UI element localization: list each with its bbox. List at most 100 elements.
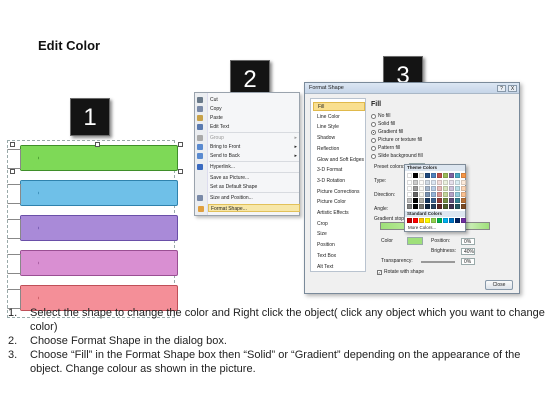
fill-option-picture-or-texture-fill[interactable]: Picture or texture fill xyxy=(371,137,461,144)
standard-color-swatch[interactable] xyxy=(449,218,454,223)
category-artistic-effects[interactable]: Artistic Effects xyxy=(313,209,365,218)
theme-color-swatch[interactable] xyxy=(461,186,466,191)
category-position[interactable]: Position xyxy=(313,241,365,250)
theme-color-swatch[interactable] xyxy=(431,180,436,185)
selection-handle[interactable] xyxy=(178,142,183,147)
theme-color-swatch[interactable] xyxy=(407,198,412,203)
menu-item-hyperlink[interactable]: Hyperlink... xyxy=(197,163,300,171)
menu-item-format-shape[interactable]: Format Shape... xyxy=(198,204,300,212)
help-button[interactable]: ? xyxy=(497,85,506,92)
theme-color-swatch[interactable] xyxy=(431,173,436,178)
theme-color-swatch[interactable] xyxy=(461,173,466,178)
theme-color-swatch[interactable] xyxy=(449,180,454,185)
close-icon[interactable]: X xyxy=(508,85,517,92)
theme-color-swatch[interactable] xyxy=(461,198,466,203)
theme-color-swatch[interactable] xyxy=(449,192,454,197)
menu-item-paste[interactable]: Paste xyxy=(197,114,300,122)
selection-handle[interactable] xyxy=(95,142,100,147)
menu-item-send-to-back[interactable]: Send to Back ▸ xyxy=(197,152,300,160)
category-3-d-format[interactable]: 3-D Format xyxy=(313,166,365,175)
theme-color-swatch[interactable] xyxy=(431,192,436,197)
banner-shape-1[interactable] xyxy=(7,145,178,171)
theme-color-swatch[interactable] xyxy=(437,198,442,203)
theme-color-swatch[interactable] xyxy=(455,180,460,185)
more-colors-link[interactable]: More Colors... xyxy=(408,225,436,230)
transparency-input[interactable]: 0% xyxy=(461,258,475,265)
menu-item-edit-text[interactable]: Edit Text xyxy=(197,123,300,131)
theme-color-swatch[interactable] xyxy=(425,173,430,178)
theme-color-swatch[interactable] xyxy=(425,198,430,203)
theme-color-swatch[interactable] xyxy=(419,173,424,178)
theme-color-swatch[interactable] xyxy=(443,204,448,209)
theme-color-swatch[interactable] xyxy=(425,186,430,191)
banner-shape-4[interactable] xyxy=(7,250,178,276)
standard-color-swatch[interactable] xyxy=(425,218,430,223)
theme-color-swatch[interactable] xyxy=(425,204,430,209)
theme-color-swatch[interactable] xyxy=(407,180,412,185)
theme-color-swatch[interactable] xyxy=(425,180,430,185)
menu-item-bring-to-front[interactable]: Bring to Front ▸ xyxy=(197,143,300,151)
fill-option-slide-background-fill[interactable]: Slide background fill xyxy=(371,153,461,160)
theme-color-swatch[interactable] xyxy=(449,198,454,203)
theme-color-swatch[interactable] xyxy=(449,173,454,178)
theme-color-swatch[interactable] xyxy=(443,180,448,185)
category-crop[interactable]: Crop xyxy=(313,220,365,229)
theme-color-swatch[interactable] xyxy=(461,192,466,197)
theme-color-swatch[interactable] xyxy=(455,186,460,191)
theme-color-swatch[interactable] xyxy=(407,186,412,191)
theme-color-swatch[interactable] xyxy=(407,173,412,178)
theme-color-swatch[interactable] xyxy=(413,192,418,197)
close-button[interactable]: Close xyxy=(485,280,513,290)
menu-item-size-and-position[interactable]: Size and Position... xyxy=(197,194,300,202)
category-shadow[interactable]: Shadow xyxy=(313,134,365,143)
banner-shape-3[interactable] xyxy=(7,215,178,241)
theme-color-swatch[interactable] xyxy=(443,186,448,191)
standard-color-swatch[interactable] xyxy=(437,218,442,223)
theme-color-swatch[interactable] xyxy=(461,180,466,185)
theme-color-swatch[interactable] xyxy=(437,173,442,178)
theme-color-swatch[interactable] xyxy=(413,204,418,209)
category-picture-corrections[interactable]: Picture Corrections xyxy=(313,188,365,197)
category-glow-and-soft-edges[interactable]: Glow and Soft Edges xyxy=(313,156,365,165)
theme-color-swatch[interactable] xyxy=(407,192,412,197)
theme-color-swatch[interactable] xyxy=(455,204,460,209)
selection-handle[interactable] xyxy=(178,169,183,174)
rotate-with-shape-checkbox[interactable]: ✓ Rotate with shape xyxy=(377,269,424,276)
theme-color-swatch[interactable] xyxy=(413,198,418,203)
color-picker-button[interactable] xyxy=(407,237,423,245)
transparency-slider[interactable] xyxy=(421,261,455,263)
theme-color-swatch[interactable] xyxy=(461,204,466,209)
banner-shape-group[interactable] xyxy=(7,140,183,318)
theme-color-swatch[interactable] xyxy=(437,192,442,197)
banner-shape-2[interactable] xyxy=(7,180,178,206)
theme-color-swatch[interactable] xyxy=(443,198,448,203)
theme-color-swatch[interactable] xyxy=(419,180,424,185)
theme-color-swatch[interactable] xyxy=(437,204,442,209)
theme-color-swatch[interactable] xyxy=(443,192,448,197)
menu-item-save-as-picture[interactable]: Save as Picture... xyxy=(208,174,300,182)
theme-color-swatch[interactable] xyxy=(455,192,460,197)
brightness-input[interactable]: 40% xyxy=(461,248,475,255)
theme-color-swatch[interactable] xyxy=(419,192,424,197)
theme-color-swatch[interactable] xyxy=(407,204,412,209)
fill-option-solid-fill[interactable]: Solid fill xyxy=(371,121,461,128)
theme-color-swatch[interactable] xyxy=(431,198,436,203)
menu-item-cut[interactable]: Cut xyxy=(197,96,300,104)
theme-color-swatch[interactable] xyxy=(419,204,424,209)
theme-color-swatch[interactable] xyxy=(413,180,418,185)
theme-color-swatch[interactable] xyxy=(413,173,418,178)
position-input[interactable]: 0% xyxy=(461,238,475,245)
theme-color-swatch[interactable] xyxy=(437,180,442,185)
theme-color-swatch[interactable] xyxy=(419,198,424,203)
category-picture-color[interactable]: Picture Color xyxy=(313,198,365,207)
category-text-box[interactable]: Text Box xyxy=(313,252,365,261)
selection-handle[interactable] xyxy=(10,169,15,174)
category-3-d-rotation[interactable]: 3-D Rotation xyxy=(313,177,365,186)
theme-color-swatch[interactable] xyxy=(437,186,442,191)
standard-color-swatch[interactable] xyxy=(413,218,418,223)
standard-color-swatch[interactable] xyxy=(407,218,412,223)
theme-color-swatch[interactable] xyxy=(431,186,436,191)
category-line-style[interactable]: Line Style xyxy=(313,123,365,132)
category-alt-text[interactable]: Alt Text xyxy=(313,263,365,272)
theme-color-swatch[interactable] xyxy=(413,186,418,191)
